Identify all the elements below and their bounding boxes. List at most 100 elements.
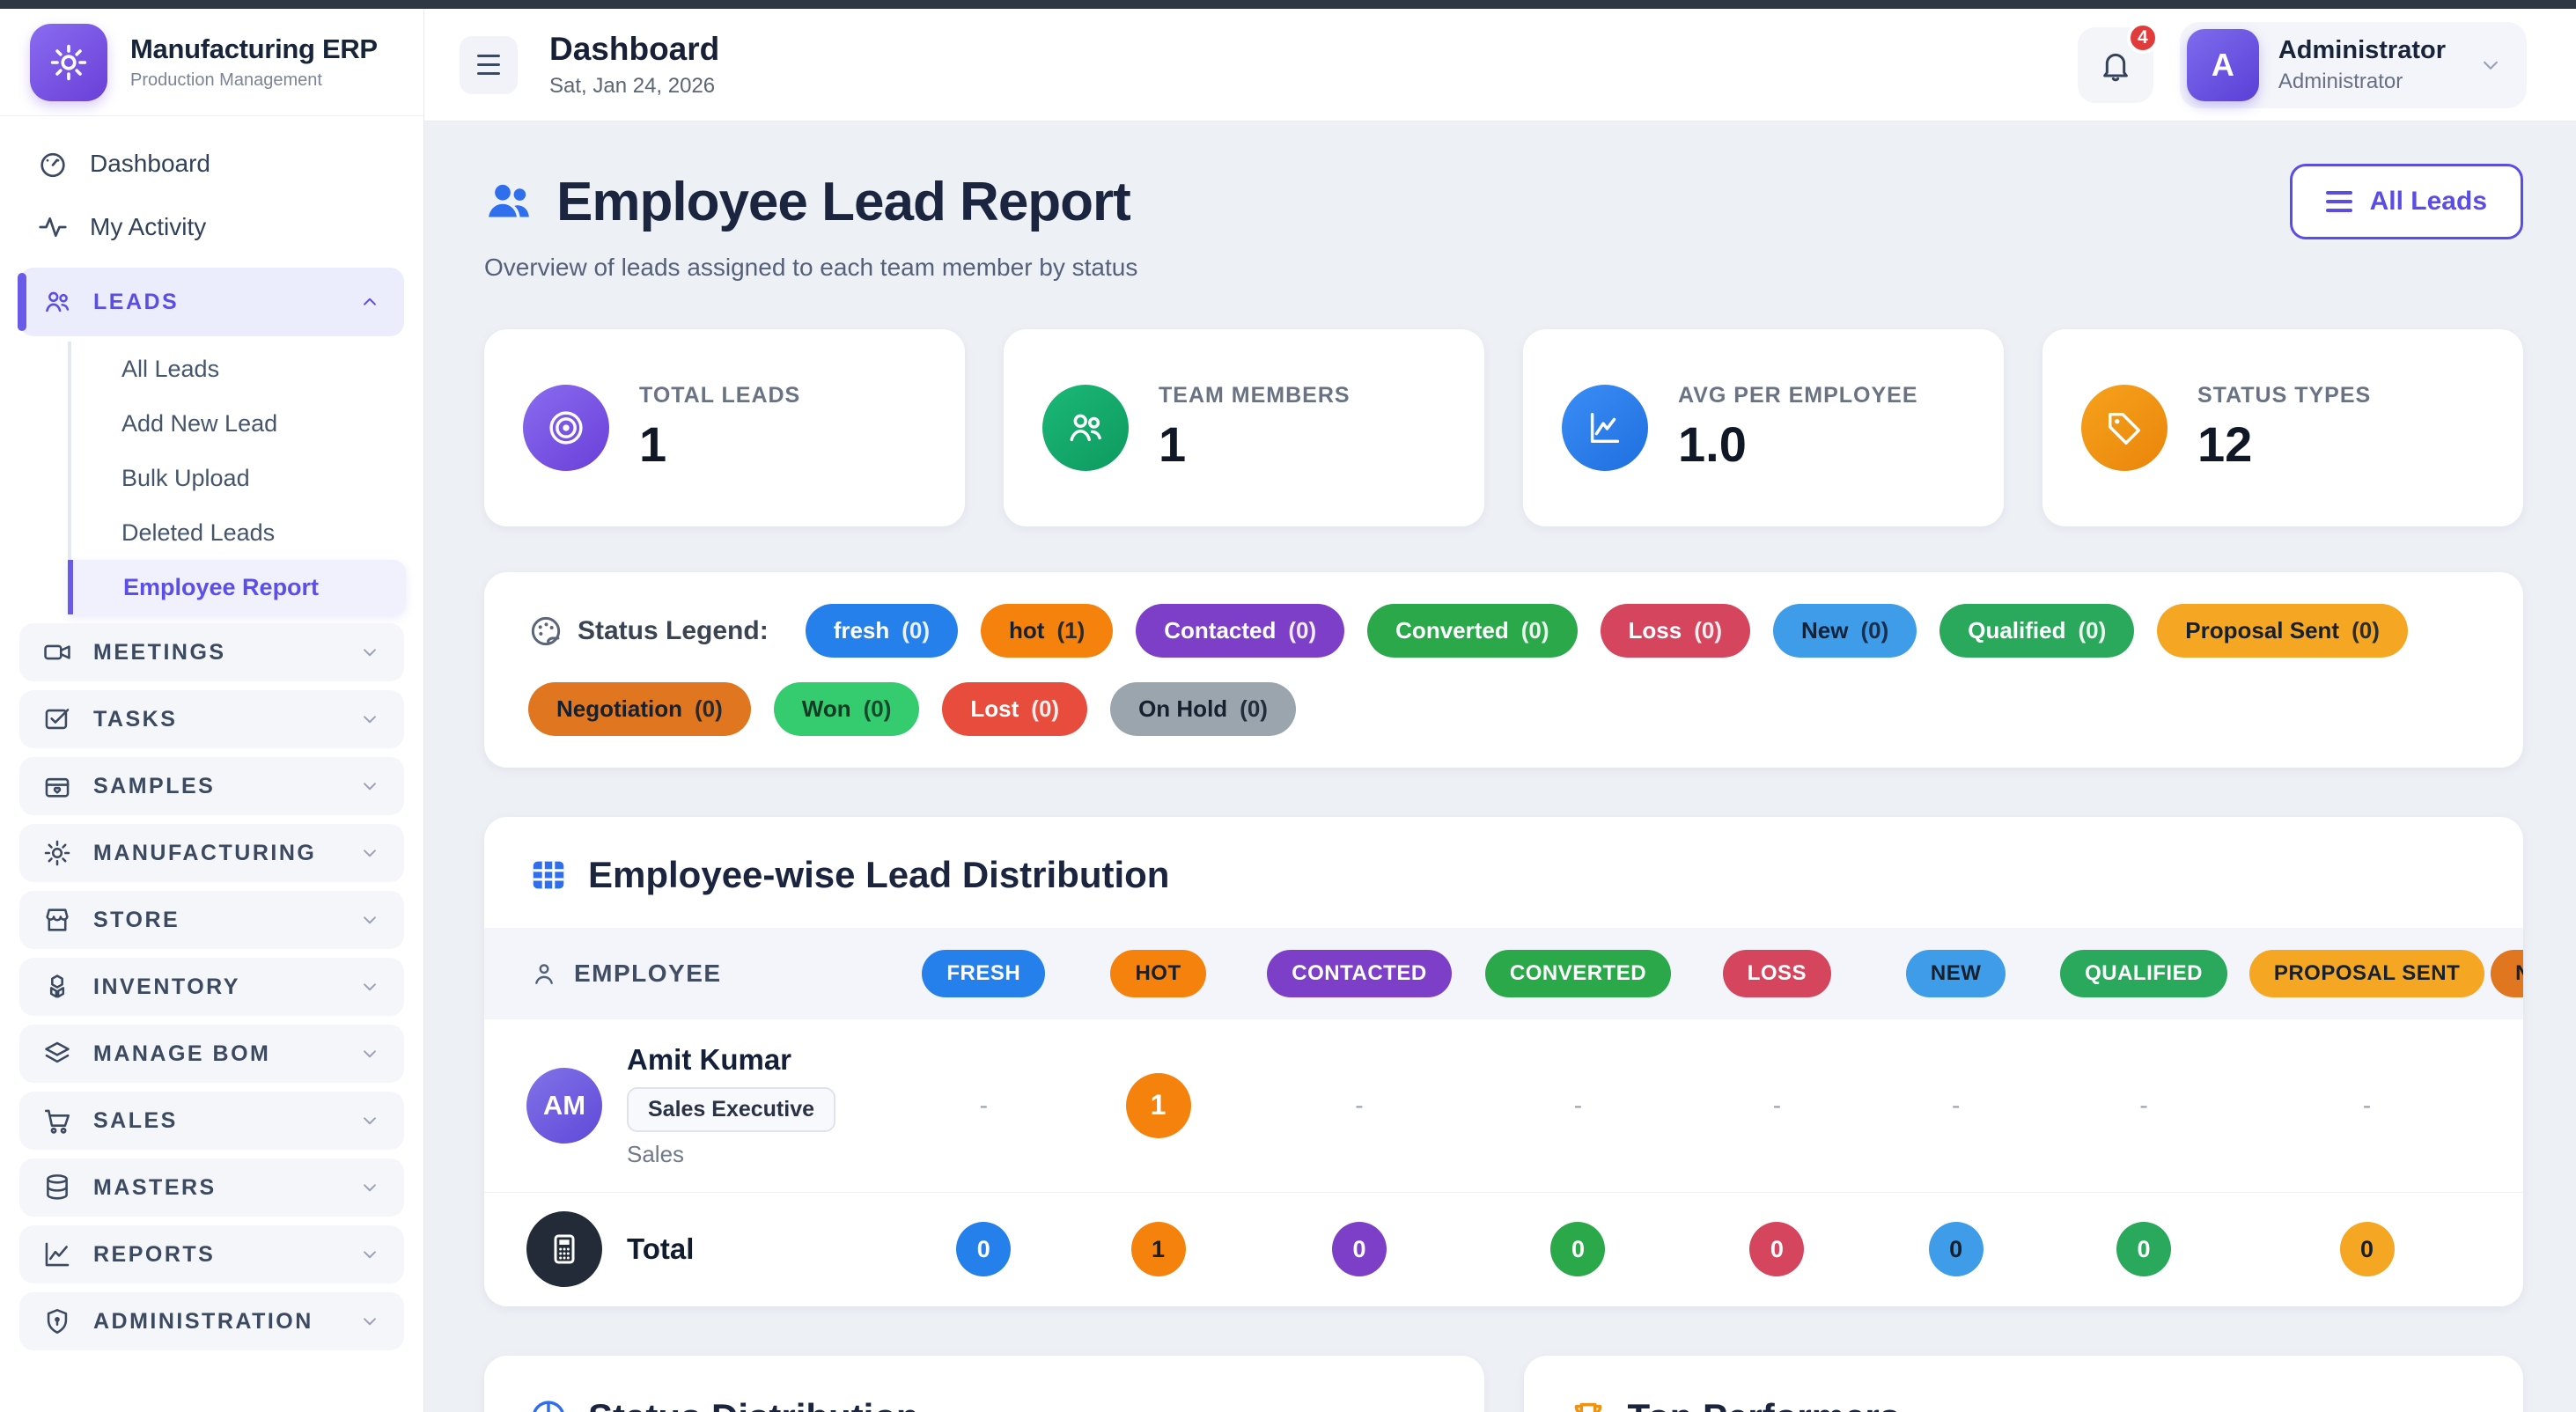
gear-icon: [42, 838, 72, 868]
pie-chart-icon: [528, 1397, 569, 1412]
cell-badge-hot: 1: [1126, 1073, 1191, 1138]
sidebar-item-deleted-leads[interactable]: Deleted Leads: [68, 505, 406, 560]
tag-icon: [2104, 408, 2145, 448]
legend-pill-negotiation: Negotiation(0): [528, 682, 751, 736]
stat-label: TEAM MEMBERS: [1159, 383, 1351, 408]
column-header-employee: EMPLOYEE: [574, 960, 722, 988]
user-role: Administrator: [2278, 70, 2446, 94]
column-header-hot: HOT: [1110, 950, 1205, 997]
stat-label: TOTAL LEADS: [639, 383, 800, 408]
cell-fresh: -: [980, 1092, 988, 1119]
user-name: Administrator: [2278, 36, 2446, 65]
lead-distribution-table: EMPLOYEE FRESHHOTCONTACTEDCONVERTEDLOSSN…: [484, 928, 2523, 1306]
sidebar-item-employee-report[interactable]: Employee Report: [68, 560, 406, 614]
stat-value: 1.0: [1678, 416, 1918, 473]
chart-icon: [42, 1239, 72, 1269]
sidebar-item-all-leads[interactable]: All Leads: [68, 342, 406, 396]
avatar: A: [2187, 29, 2259, 101]
chevron-down-icon: [2477, 52, 2504, 78]
chevron-down-icon: [358, 1042, 381, 1065]
sidebar-item-leads[interactable]: LEADS: [19, 268, 404, 336]
all-leads-button-label: All Leads: [2370, 187, 2487, 217]
sidebar-item-label: MANUFACTURING: [93, 841, 337, 866]
sidebar-item-administration[interactable]: ADMINISTRATION: [19, 1292, 404, 1350]
sidebar-item-label: MASTERS: [93, 1175, 337, 1201]
total-row: Total 01000000: [484, 1192, 2523, 1306]
app-tagline: Production Management: [130, 70, 378, 91]
stat-card-team-members: TEAM MEMBERS 1: [1004, 329, 1484, 526]
column-header-new: NEW: [1906, 950, 2006, 997]
sidebar-item-meetings[interactable]: MEETINGS: [19, 623, 404, 681]
sidebar-item-reports[interactable]: REPORTS: [19, 1225, 404, 1283]
trend-icon: [1585, 408, 1625, 448]
stat-card-avg-per-employee: AVG PER EMPLOYEE 1.0: [1523, 329, 2004, 526]
legend-pill-proposal-sent: Proposal Sent(0): [2157, 604, 2408, 658]
sidebar-item-label: Dashboard: [90, 150, 210, 178]
legend-pill-on-hold: On Hold(0): [1110, 682, 1296, 736]
sidebar-item-label: MEETINGS: [93, 640, 337, 666]
chevron-down-icon: [358, 1310, 381, 1333]
sidebar-item-label: LEADS: [93, 290, 337, 315]
column-header-qualified: QUALIFIED: [2060, 950, 2227, 997]
column-header-converted: CONVERTED: [1485, 950, 1671, 997]
all-leads-button[interactable]: All Leads: [2290, 164, 2523, 239]
topbar-date: Sat, Jan 24, 2026: [549, 74, 719, 99]
sidebar-item-add-new-lead[interactable]: Add New Lead: [68, 396, 406, 451]
sidebar-item-label: ADMINISTRATION: [93, 1309, 337, 1335]
chevron-down-icon: [358, 1176, 381, 1199]
stat-label: AVG PER EMPLOYEE: [1678, 383, 1918, 408]
sidebar-toggle-button[interactable]: [460, 36, 518, 94]
sidebar-item-manage-bom[interactable]: MANAGE BOM: [19, 1025, 404, 1083]
sidebar-item-inventory[interactable]: INVENTORY: [19, 958, 404, 1016]
app-logo: [30, 24, 107, 101]
stat-value: 1: [1159, 416, 1351, 473]
sidebar-item-manufacturing[interactable]: MANUFACTURING: [19, 824, 404, 882]
sidebar-item-label: SALES: [93, 1108, 337, 1134]
cell-loss: -: [1773, 1092, 1781, 1119]
main-content: Employee Lead Report All Leads Overview …: [424, 121, 2576, 1412]
sidebar-submenu-leads: All LeadsAdd New LeadBulk UploadDeleted …: [68, 342, 406, 614]
employee-department: Sales: [627, 1141, 835, 1168]
user-menu[interactable]: A Administrator Administrator: [2180, 22, 2527, 108]
sidebar-item-label: My Activity: [90, 213, 206, 241]
notifications-button[interactable]: 4: [2078, 27, 2153, 103]
sidebar-item-bulk-upload[interactable]: Bulk Upload: [68, 451, 406, 505]
cell-proposal-sent: -: [2363, 1092, 2371, 1119]
total-badge-contacted: 0: [1332, 1222, 1387, 1276]
database-icon: [42, 1173, 72, 1202]
page-subtitle: Overview of leads assigned to each team …: [484, 254, 2523, 282]
sidebar-item-samples[interactable]: SAMPLES: [19, 757, 404, 815]
sidebar-item-sales[interactable]: SALES: [19, 1092, 404, 1150]
chevron-up-icon: [358, 290, 381, 313]
sidebar-item-masters[interactable]: MASTERS: [19, 1158, 404, 1217]
stat-icon-badge: [2081, 385, 2168, 471]
chevron-down-icon: [358, 775, 381, 798]
sidebar-item-store[interactable]: STORE: [19, 891, 404, 949]
lead-distribution-card: Employee-wise Lead Distribution EMPLOYEE…: [484, 817, 2523, 1306]
bell-icon: [2098, 48, 2133, 83]
sidebar-item-my-activity[interactable]: My Activity: [18, 195, 406, 259]
topbar: Dashboard Sat, Jan 24, 2026 4 A Administ…: [424, 9, 2576, 121]
task-icon: [42, 704, 72, 734]
table-row[interactable]: AM Amit Kumar Sales Executive Sales -1--…: [484, 1019, 2523, 1192]
list-icon: [2326, 191, 2352, 212]
package-icon: [42, 771, 72, 801]
legend-pill-loss: Loss(0): [1601, 604, 1750, 658]
legend-title: Status Legend:: [578, 616, 769, 646]
total-badge-hot: 1: [1131, 1222, 1186, 1276]
total-badge-fresh: 0: [956, 1222, 1011, 1276]
topbar-title: Dashboard: [549, 31, 719, 68]
status-distribution-card: Status Distribution: [484, 1356, 1484, 1412]
target-icon: [546, 408, 586, 448]
sidebar: Manufacturing ERP Production Management …: [0, 9, 424, 1412]
gauge-icon: [37, 148, 69, 180]
sidebar-item-label: STORE: [93, 908, 337, 933]
person-icon: [530, 960, 558, 988]
sidebar-item-dashboard[interactable]: Dashboard: [18, 132, 406, 195]
sidebar-item-tasks[interactable]: TASKS: [19, 690, 404, 748]
legend-pill-fresh: fresh(0): [806, 604, 958, 658]
status-distribution-title: Status Distribution: [588, 1396, 919, 1412]
users-icon: [484, 177, 534, 226]
calculator-icon: [547, 1232, 582, 1267]
legend-pill-hot: hot(1): [981, 604, 1113, 658]
